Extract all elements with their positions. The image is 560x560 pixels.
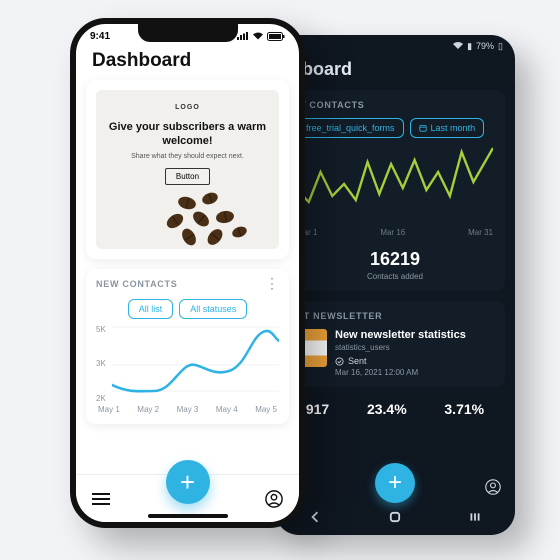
phone-dark: ▮ 79% ▯ hboard W CONTACTS free_trial_qui… xyxy=(275,35,515,535)
recents-icon[interactable] xyxy=(469,511,481,523)
total-label: Contacts added xyxy=(297,272,493,281)
pill-label: free_trial_quick_forms xyxy=(306,123,395,133)
stats-row: 917 23.4% 3.71% xyxy=(275,397,515,417)
y-tick: 3K xyxy=(96,359,106,368)
stat-value: 3.71% xyxy=(444,401,484,417)
promo-button[interactable]: Button xyxy=(165,168,210,185)
calendar-icon xyxy=(419,124,427,132)
filter-period-pill[interactable]: Last month xyxy=(410,118,485,138)
tick: Mar 31 xyxy=(468,228,493,237)
promo-card[interactable]: LOGO Give your subscribers a warm welcom… xyxy=(86,80,289,259)
tick: May 1 xyxy=(98,405,120,414)
status-bar: ▮ 79% ▯ xyxy=(275,35,515,57)
newsletter-title: New newsletter statistics xyxy=(335,329,466,341)
promo-image xyxy=(106,191,269,249)
promo-sub: Share what they should expect next. xyxy=(106,153,269,160)
pill-label: All statuses xyxy=(190,304,236,314)
x-axis: May 1 May 2 May 3 May 4 May 5 xyxy=(96,405,279,414)
tick: May 5 xyxy=(255,405,277,414)
tick: May 3 xyxy=(177,405,199,414)
y-tick: 2K xyxy=(96,394,106,403)
plus-icon: + xyxy=(388,469,402,497)
card-heading: W CONTACTS xyxy=(297,100,493,110)
check-icon xyxy=(335,357,344,366)
tick: May 4 xyxy=(216,405,238,414)
contacts-card: W CONTACTS free_trial_quick_forms Last m… xyxy=(285,90,505,291)
page-title: Dashboard xyxy=(76,48,299,80)
page-title: hboard xyxy=(275,57,515,90)
wifi-icon xyxy=(252,32,264,40)
menu-button[interactable] xyxy=(92,492,110,506)
tick: Mar 16 xyxy=(380,228,405,237)
status-text: Sent xyxy=(348,356,367,366)
profile-button[interactable] xyxy=(485,479,501,495)
battery-icon: ▯ xyxy=(498,41,503,52)
filter-list-pill[interactable]: All list xyxy=(128,299,174,319)
more-icon[interactable]: ⋮ xyxy=(265,279,279,287)
back-icon[interactable] xyxy=(309,511,321,523)
add-button[interactable]: + xyxy=(166,460,210,504)
contacts-sparkline xyxy=(297,144,493,224)
card-heading: NEW CONTACTS xyxy=(96,279,279,289)
stat-value: 917 xyxy=(306,401,329,417)
pill-label: All list xyxy=(139,304,163,314)
filter-list-pill[interactable]: free_trial_quick_forms xyxy=(297,118,404,138)
tick: May 2 xyxy=(137,405,159,414)
home-indicator[interactable] xyxy=(148,514,228,518)
pill-label: Last month xyxy=(431,123,476,133)
y-tick: 5K xyxy=(96,325,106,334)
battery-label: 79% xyxy=(476,41,494,51)
battery-icon xyxy=(267,32,285,41)
promo-logo: LOGO xyxy=(106,104,269,111)
wifi-icon xyxy=(453,42,463,50)
stat-value: 23.4% xyxy=(367,401,407,417)
home-icon[interactable] xyxy=(389,511,401,523)
newsletter-card[interactable]: ST NEWSLETTER New newsletter statistics … xyxy=(285,301,505,387)
android-nav xyxy=(275,505,515,529)
x-axis: Mar 1 Mar 16 Mar 31 xyxy=(297,228,493,237)
signal-icon: ▮ xyxy=(467,41,472,52)
status-time: 9:41 xyxy=(90,31,110,42)
card-heading: ST NEWSLETTER xyxy=(297,311,493,321)
plus-icon: + xyxy=(180,467,195,498)
newsletter-date: Mar 16, 2021 12:00 AM xyxy=(335,368,466,377)
notch xyxy=(138,24,238,42)
contacts-line-chart xyxy=(112,321,279,399)
phone-light: 9:41 Dashboard LOGO Give your subscriber… xyxy=(70,18,305,528)
filter-status-pill[interactable]: All statuses xyxy=(179,299,247,319)
profile-button[interactable] xyxy=(265,490,283,508)
newsletter-subtitle: statistics_users xyxy=(335,343,466,352)
promo-headline: Give your subscribers a warm welcome! xyxy=(106,121,269,149)
signal-icon xyxy=(237,32,249,40)
total-value: 16219 xyxy=(297,249,493,270)
contacts-total: 16219 Contacts added xyxy=(297,249,493,281)
add-button[interactable]: + xyxy=(375,463,415,503)
contacts-card: ⋮ NEW CONTACTS All list All statuses 5K … xyxy=(86,269,289,424)
